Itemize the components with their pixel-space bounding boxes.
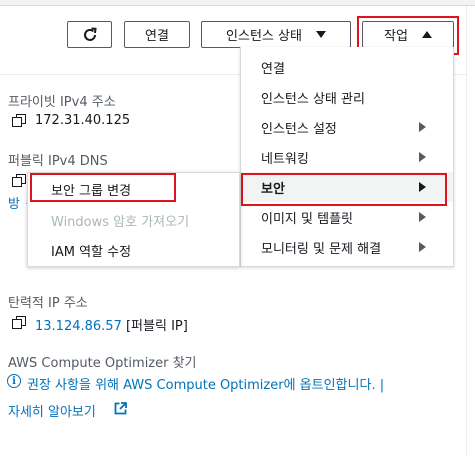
refresh-icon <box>83 27 97 41</box>
elastic-ip-label: 탄력적 IP 주소 <box>8 296 88 311</box>
optimizer-opt-in-link[interactable]: 권장 사항을 위해 AWS Compute Optimizer에 옵트인합니다.… <box>27 378 384 393</box>
connect-button-label: 연결 <box>145 29 169 44</box>
chevron-right-icon <box>419 182 426 192</box>
caret-up-icon <box>421 31 432 38</box>
submenu-item-get-windows-password: Windows 암호 가져오기 <box>28 205 239 235</box>
menu-item-manage-state[interactable]: 인스턴스 상태 관리 <box>241 82 453 112</box>
panel-edge <box>466 6 467 456</box>
optimizer-label: AWS Compute Optimizer 찾기 <box>8 356 197 371</box>
security-submenu: 보안 그룹 변경 Windows 암호 가져오기 IAM 역할 수정 <box>27 172 240 267</box>
submenu-item-change-security-groups[interactable]: 보안 그룹 변경 <box>28 174 239 204</box>
caret-down-icon <box>315 31 326 38</box>
chevron-right-icon <box>419 152 426 162</box>
menu-item-label: 이미지 및 템플릿 <box>261 211 353 227</box>
menu-item-label: 인스턴스 설정 <box>261 121 337 137</box>
copy-icon[interactable] <box>12 316 26 330</box>
menu-item-connect[interactable]: 연결 <box>241 52 453 82</box>
menu-item-label: 모니터링 및 문제 해결 <box>261 241 382 257</box>
menu-item-label: 네트워킹 <box>261 151 309 167</box>
menu-item-networking[interactable]: 네트워킹 <box>241 142 453 172</box>
instance-state-button[interactable]: 인스턴스 상태 <box>201 21 351 48</box>
private-ipv4-value: 172.31.40.125 <box>35 113 131 128</box>
submenu-item-label: 보안 그룹 변경 <box>51 183 132 199</box>
chevron-right-icon <box>419 242 426 252</box>
submenu-item-label: IAM 역할 수정 <box>51 244 132 260</box>
instance-state-label: 인스턴스 상태 <box>226 29 302 44</box>
actions-menu: 연결 인스턴스 상태 관리 인스턴스 설정 네트워킹 보안 이미지 및 템플릿 … <box>240 47 454 267</box>
elastic-ip-row: 13.124.86.57 [퍼블릭 IP] <box>35 315 188 334</box>
elastic-ip-suffix: [퍼블릭 IP] <box>125 319 188 334</box>
learn-more-link[interactable]: 자세히 알아보기 <box>8 401 96 420</box>
menu-item-security[interactable]: 보안 <box>241 172 453 202</box>
menu-item-label: 보안 <box>261 181 285 197</box>
menu-item-label: 연결 <box>261 61 285 77</box>
info-icon: i <box>7 374 21 388</box>
chevron-right-icon <box>419 212 426 222</box>
external-link-icon <box>114 402 127 415</box>
refresh-button[interactable] <box>67 21 112 48</box>
menu-item-instance-settings[interactable]: 인스턴스 설정 <box>241 112 453 142</box>
public-ipv4-dns-label: 퍼블릭 IPv4 DNS <box>8 154 108 169</box>
chevron-right-icon <box>419 122 426 132</box>
elastic-ip-link[interactable]: 13.124.86.57 <box>35 319 122 334</box>
copy-icon[interactable] <box>12 174 26 188</box>
private-ipv4-label: 프라이빗 IPv4 주소 <box>8 95 116 110</box>
menu-item-monitoring[interactable]: 모니터링 및 문제 해결 <box>241 232 453 262</box>
menu-item-images-templates[interactable]: 이미지 및 템플릿 <box>241 202 453 232</box>
submenu-item-label: Windows 암호 가져오기 <box>51 214 190 230</box>
actions-button[interactable]: 작업 <box>362 21 454 48</box>
actions-button-label: 작업 <box>384 29 408 44</box>
copy-icon[interactable] <box>12 114 26 128</box>
submenu-item-modify-iam-role[interactable]: IAM 역할 수정 <box>28 235 239 265</box>
optimizer-text: 권장 사항을 위해 AWS Compute Optimizer에 옵트인합니다.… <box>27 374 384 393</box>
menu-item-label: 인스턴스 상태 관리 <box>261 91 365 107</box>
connect-button[interactable]: 연결 <box>124 21 190 48</box>
top-border <box>0 0 475 6</box>
